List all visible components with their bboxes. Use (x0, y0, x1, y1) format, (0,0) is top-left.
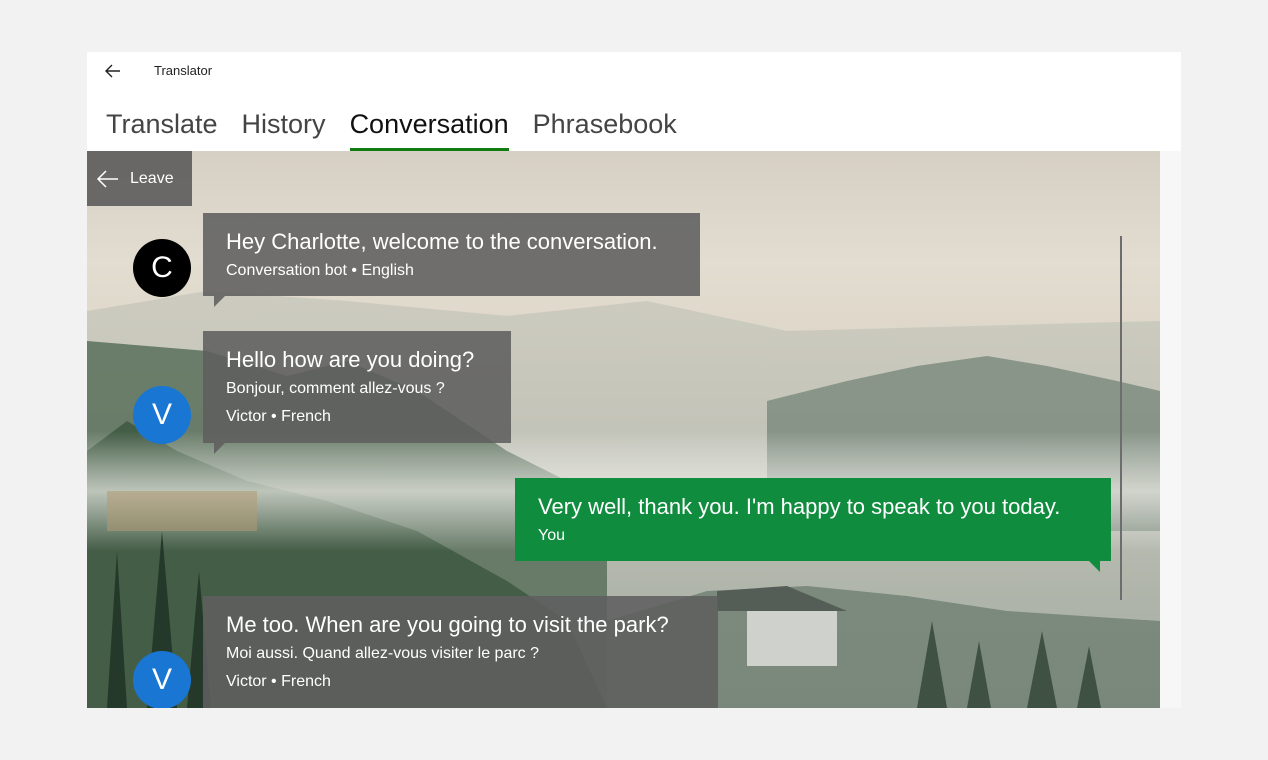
message-bubble: Hello how are you doing? Bonjour, commen… (203, 331, 511, 443)
message-bubble-self: Very well, thank you. I'm happy to speak… (515, 478, 1111, 561)
app-window: Translator Translate History Conversatio… (87, 52, 1181, 708)
message-meta: You (538, 527, 565, 544)
message-text: Very well, thank you. I'm happy to speak… (538, 494, 1061, 519)
avatar: V (133, 386, 191, 444)
right-gutter (1160, 151, 1181, 708)
tab-bar: Translate History Conversation Phraseboo… (106, 106, 701, 152)
arrow-left-icon (105, 64, 120, 78)
back-button[interactable] (101, 60, 125, 82)
app-title: Translator (154, 63, 213, 78)
message-meta: Victor • French (226, 673, 331, 690)
conversation-panel: Leave C Hey Charlotte, welcome to the co… (87, 151, 1160, 708)
bubble-tail (214, 296, 225, 307)
message-translation: Bonjour, comment allez-vous ? (226, 380, 445, 397)
message-meta: Conversation bot • English (226, 262, 414, 279)
bubble-tail (214, 443, 225, 454)
tab-conversation[interactable]: Conversation (349, 106, 509, 152)
scrollbar[interactable] (1120, 236, 1122, 600)
arrow-left-icon (96, 169, 120, 189)
title-bar: Translator (87, 52, 1181, 90)
message-text: Hello how are you doing? (226, 347, 475, 372)
bubble-tail (1089, 561, 1100, 572)
message-text: Hey Charlotte, welcome to the conversati… (226, 229, 658, 254)
tab-history[interactable]: History (242, 106, 326, 152)
message-bubble: Me too. When are you going to visit the … (203, 596, 718, 708)
message-bubble: Hey Charlotte, welcome to the conversati… (203, 213, 700, 296)
avatar: V (133, 651, 191, 708)
avatar: C (133, 239, 191, 297)
leave-label: Leave (130, 169, 174, 187)
tab-translate[interactable]: Translate (106, 106, 218, 152)
message-meta: Victor • French (226, 408, 331, 425)
tab-phrasebook[interactable]: Phrasebook (533, 106, 677, 152)
message-translation: Moi aussi. Quand allez-vous visiter le p… (226, 645, 540, 662)
leave-button[interactable]: Leave (87, 151, 192, 206)
message-text: Me too. When are you going to visit the … (226, 612, 669, 637)
